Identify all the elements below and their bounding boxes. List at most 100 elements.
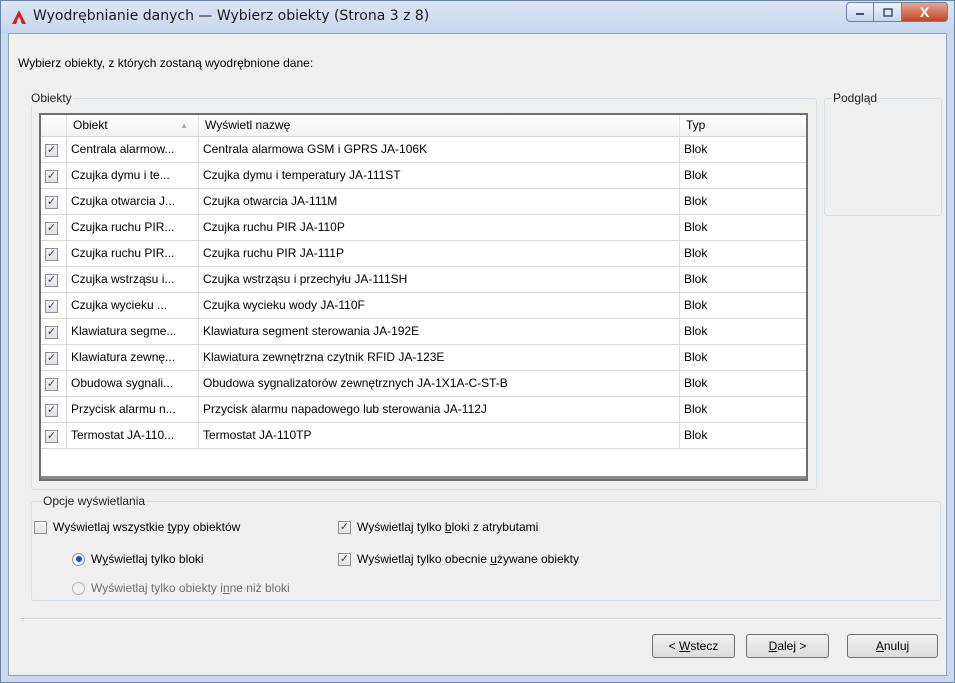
cell-display-name[interactable]: Przycisk alarmu napadowego lub sterowani… (199, 397, 680, 423)
radio-button[interactable] (72, 581, 85, 595)
table-row[interactable]: ✓ Klawiatura zewnę... Klawiatura zewnętrzn… (41, 345, 806, 371)
checkmark-icon: ✓ (46, 351, 57, 364)
cell-display-name[interactable]: Czujka otwarcia JA-111M (199, 189, 680, 215)
maximize-button[interactable] (874, 2, 902, 22)
cell-object[interactable]: Czujka ruchu PIR... (67, 215, 199, 241)
next-button[interactable]: Dalej > (746, 634, 829, 658)
cell-display-name[interactable]: Obudowa sygnalizatorów zewnętrznych JA-1… (199, 371, 680, 397)
cell-type[interactable]: Blok (680, 293, 806, 319)
row-checkbox[interactable]: ✓ (45, 325, 58, 339)
table-row[interactable]: ✓ Czujka ruchu PIR... Czujka ruchu PIR JA-… (41, 241, 806, 267)
row-checkbox[interactable]: ✓ (45, 403, 58, 417)
cell-type[interactable]: Blok (680, 397, 806, 423)
column-header-display-name[interactable]: Wyświetl nazwę (199, 115, 680, 137)
cell-object[interactable]: Klawiatura zewnę... (67, 345, 199, 371)
table-row[interactable]: ✓ Termostat JA-110... Termostat JA-110TP Bl… (41, 423, 806, 449)
close-button[interactable]: X (902, 2, 948, 22)
row-checkbox-cell: ✓ (41, 319, 67, 345)
table-row[interactable]: ✓ Czujka otwarcia J... Czujka otwarcia JA-… (41, 189, 806, 215)
option-all-types[interactable]: Wyświetlaj wszystkie typy obiektów (34, 520, 240, 534)
option-non-blocks[interactable]: Wyświetlaj tylko obiekty inne niż bloki (72, 581, 290, 595)
row-checkbox-cell: ✓ (41, 163, 67, 189)
back-button[interactable]: < Wstecz (652, 634, 735, 658)
close-icon: X (919, 4, 930, 20)
cell-object[interactable]: Termostat JA-110... (67, 423, 199, 449)
checkbox[interactable]: ✓ (338, 552, 351, 566)
objects-grid[interactable]: Obiekt ▲ Wyświetl nazwę Typ ✓ Centrala al… (39, 113, 808, 481)
option-only-blocks[interactable]: Wyświetlaj tylko bloki (72, 552, 204, 566)
table-row[interactable]: ✓ Czujka ruchu PIR... Czujka ruchu PIR JA-… (41, 215, 806, 241)
cancel-button[interactable]: Anuluj (847, 634, 938, 658)
cell-object[interactable]: Klawiatura segme... (67, 319, 199, 345)
row-checkbox-cell: ✓ (41, 293, 67, 319)
table-row[interactable]: ✓ Czujka wstrząsu i... Czujka wstrząsu i p… (41, 267, 806, 293)
cell-object[interactable]: Czujka otwarcia J... (67, 189, 199, 215)
cell-type[interactable]: Blok (680, 189, 806, 215)
cell-display-name[interactable]: Czujka wstrząsu i przechyłu JA-111SH (199, 267, 680, 293)
resize-grip-icon[interactable]: ⋰ (943, 671, 953, 681)
checkbox[interactable] (34, 520, 47, 534)
row-checkbox[interactable]: ✓ (45, 429, 58, 443)
cell-type[interactable]: Blok (680, 215, 806, 241)
cell-display-name[interactable]: Czujka ruchu PIR JA-110P (199, 215, 680, 241)
table-row[interactable]: ✓ Klawiatura segme... Klawiatura segment s… (41, 319, 806, 345)
cell-type[interactable]: Blok (680, 267, 806, 293)
cell-display-name[interactable]: Centrala alarmowa GSM i GPRS JA-106K (199, 137, 680, 163)
option-in-use-objects[interactable]: ✓ Wyświetlaj tylko obecnie używane obiek… (338, 552, 579, 566)
grid-header: Obiekt ▲ Wyświetl nazwę Typ (41, 115, 806, 137)
row-checkbox[interactable]: ✓ (45, 377, 58, 391)
cell-display-name[interactable]: Czujka ruchu PIR JA-111P (199, 241, 680, 267)
table-row[interactable]: ✓ Przycisk alarmu n... Przycisk alarmu nap… (41, 397, 806, 423)
objects-group-label: Obiekty (30, 91, 73, 105)
cell-object[interactable]: Czujka ruchu PIR... (67, 241, 199, 267)
cell-display-name[interactable]: Czujka dymu i temperatury JA-111ST (199, 163, 680, 189)
row-checkbox-cell: ✓ (41, 189, 67, 215)
checkbox[interactable]: ✓ (338, 520, 351, 534)
cell-type[interactable]: Blok (680, 345, 806, 371)
cell-type[interactable]: Blok (680, 241, 806, 267)
cell-display-name[interactable]: Termostat JA-110TP (199, 423, 680, 449)
option-blocks-with-attributes[interactable]: ✓ Wyświetlaj tylko bloki z atrybutami (338, 520, 538, 534)
row-checkbox[interactable]: ✓ (45, 299, 58, 313)
minimize-button[interactable] (846, 2, 874, 22)
row-checkbox[interactable]: ✓ (45, 247, 58, 261)
checkmark-icon: ✓ (46, 195, 57, 208)
cell-object[interactable]: Czujka dymu i te... (67, 163, 199, 189)
row-checkbox-cell: ✓ (41, 345, 67, 371)
table-row[interactable]: ✓ Czujka wycieku ... Czujka wycieku wody J… (41, 293, 806, 319)
cell-type[interactable]: Blok (680, 137, 806, 163)
label-accelerator: D (768, 639, 778, 653)
cell-object[interactable]: Czujka wycieku ... (67, 293, 199, 319)
column-header-type[interactable]: Typ (680, 115, 806, 137)
table-row[interactable]: ✓ Centrala alarmow... Centrala alarmowa GS… (41, 137, 806, 163)
title-bar[interactable]: Wyodrębnianie danych — Wybierz obiekty (… (1, 1, 954, 33)
cell-display-name[interactable]: Klawiatura segment sterowania JA-192E (199, 319, 680, 345)
row-checkbox-cell: ✓ (41, 423, 67, 449)
cell-display-name[interactable]: Czujka wycieku wody JA-110F (199, 293, 680, 319)
row-checkbox[interactable]: ✓ (45, 143, 58, 157)
cell-type[interactable]: Blok (680, 319, 806, 345)
cell-object[interactable]: Czujka wstrząsu i... (67, 267, 199, 293)
radio-button[interactable] (72, 552, 85, 566)
label-part: alej > (777, 639, 807, 653)
row-checkbox[interactable]: ✓ (45, 169, 58, 183)
cell-type[interactable]: Blok (680, 423, 806, 449)
cell-display-name[interactable]: Klawiatura zewnętrzna czytnik RFID JA-12… (199, 345, 680, 371)
cell-type[interactable]: Blok (680, 371, 806, 397)
row-checkbox[interactable]: ✓ (45, 221, 58, 235)
preview-group-label: Podgląd (832, 91, 879, 105)
cell-object[interactable]: Przycisk alarmu n... (67, 397, 199, 423)
row-checkbox[interactable]: ✓ (45, 273, 58, 287)
row-checkbox[interactable]: ✓ (45, 195, 58, 209)
cell-object[interactable]: Obudowa sygnali... (67, 371, 199, 397)
row-checkbox-cell: ✓ (41, 241, 67, 267)
minimize-icon (856, 13, 864, 15)
checkmark-icon: ✓ (46, 377, 57, 390)
row-checkbox[interactable]: ✓ (45, 351, 58, 365)
cell-type[interactable]: Blok (680, 163, 806, 189)
table-row[interactable]: ✓ Obudowa sygnali... Obudowa sygnalizatoró… (41, 371, 806, 397)
cell-object[interactable]: Centrala alarmow... (67, 137, 199, 163)
table-row[interactable]: ✓ Czujka dymu i te... Czujka dymu i temper… (41, 163, 806, 189)
footer-separator (20, 618, 942, 620)
column-header-object[interactable]: Obiekt ▲ (67, 115, 199, 137)
